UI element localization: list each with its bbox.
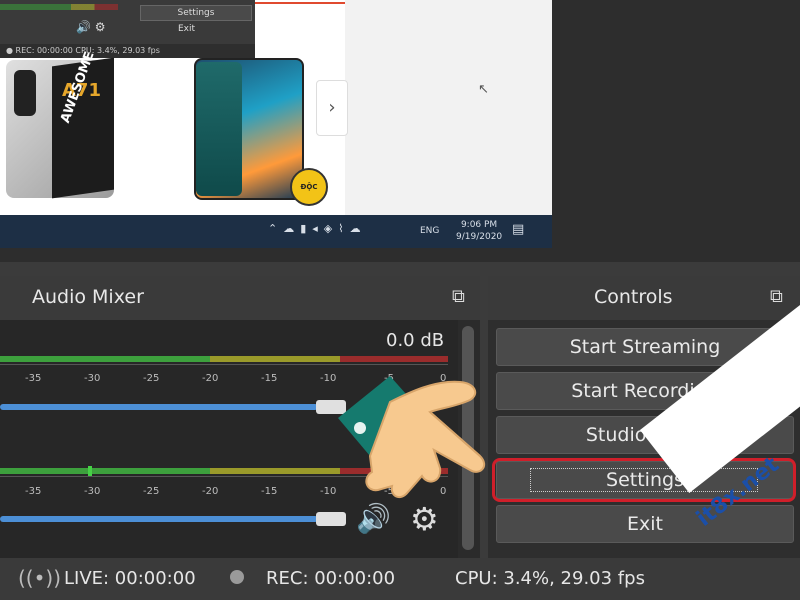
tick-label: -35 (25, 373, 42, 384)
tick-label: -20 (202, 373, 219, 384)
live-signal-icon: ((•)) (18, 566, 62, 590)
controls-title: Controls (594, 286, 673, 308)
mini-audio-meter (0, 4, 118, 10)
tick-label: -20 (202, 486, 219, 497)
cpu-fps: CPU: 3.4%, 29.03 fps (455, 568, 645, 589)
undock-icon[interactable]: ⧉ (452, 286, 465, 307)
tray-date: 9/19/2020 (456, 232, 503, 242)
preview-area: 🔊 ⚙ Settings Exit ● REC: 00:00:00 CPU: 3… (0, 0, 800, 262)
live-timer: LIVE: 00:00:00 (64, 568, 196, 589)
tray-icons[interactable]: ⌃☁▮◂◈⌇☁ (268, 222, 367, 235)
meter-yellow-2 (210, 468, 340, 474)
page-whitespace (345, 0, 552, 215)
mini-status-bar: ● REC: 00:00:00 CPU: 3.4%, 29.03 fps (0, 44, 255, 58)
tick-label: -35 (25, 486, 42, 497)
meter-scale-1 (0, 364, 448, 371)
tray-language[interactable]: ENG (420, 226, 439, 236)
volume-db-value: 0.0 dB (386, 330, 445, 351)
mini-mixer-icons: 🔊 ⚙ (76, 20, 106, 34)
carousel-next-button[interactable]: › (316, 80, 348, 136)
exit-button[interactable]: Exit (496, 505, 794, 543)
tray-clock[interactable]: 9:06 PM 9/19/2020 (456, 219, 502, 243)
volume-slider-1[interactable] (0, 404, 318, 410)
meter-green-2 (0, 468, 210, 474)
audio-mixer-title: Audio Mixer (32, 286, 144, 308)
volume-slider-handle-2[interactable] (316, 512, 346, 526)
meter-yellow-1 (210, 356, 340, 362)
tick-label: -30 (84, 373, 101, 384)
pointing-hand-icon (338, 376, 486, 499)
notification-icon[interactable]: ▤ (512, 222, 524, 237)
volume-slider-2[interactable] (0, 516, 318, 522)
phone-camera (14, 70, 36, 116)
undock-icon[interactable]: ⧉ (770, 286, 783, 307)
tick-label: -15 (261, 486, 278, 497)
meter-green-1 (0, 356, 210, 362)
tick-label: -25 (143, 373, 160, 384)
accent-line (255, 2, 345, 4)
captured-desktop: 🔊 ⚙ Settings Exit ● REC: 00:00:00 CPU: 3… (0, 0, 552, 248)
mini-settings-button: Settings (140, 5, 252, 21)
mouse-cursor-icon: ↖ (478, 82, 489, 97)
mini-exit-button: Exit (178, 24, 196, 34)
tick-label: -15 (261, 373, 278, 384)
exclusive-badge: ĐỘC QUYỀN (290, 168, 328, 225)
rec-timer: REC: 00:00:00 (266, 568, 396, 589)
mini-obs-window: 🔊 ⚙ Settings Exit ● REC: 00:00:00 CPU: 3… (0, 0, 255, 58)
meter-red-1 (340, 356, 448, 362)
rec-indicator-icon (230, 570, 244, 584)
tick-label: -25 (143, 486, 160, 497)
tray-time: 9:06 PM (460, 220, 498, 230)
phone-back (196, 62, 242, 196)
meter-peak-2 (88, 466, 92, 476)
tick-label: -30 (84, 486, 101, 497)
